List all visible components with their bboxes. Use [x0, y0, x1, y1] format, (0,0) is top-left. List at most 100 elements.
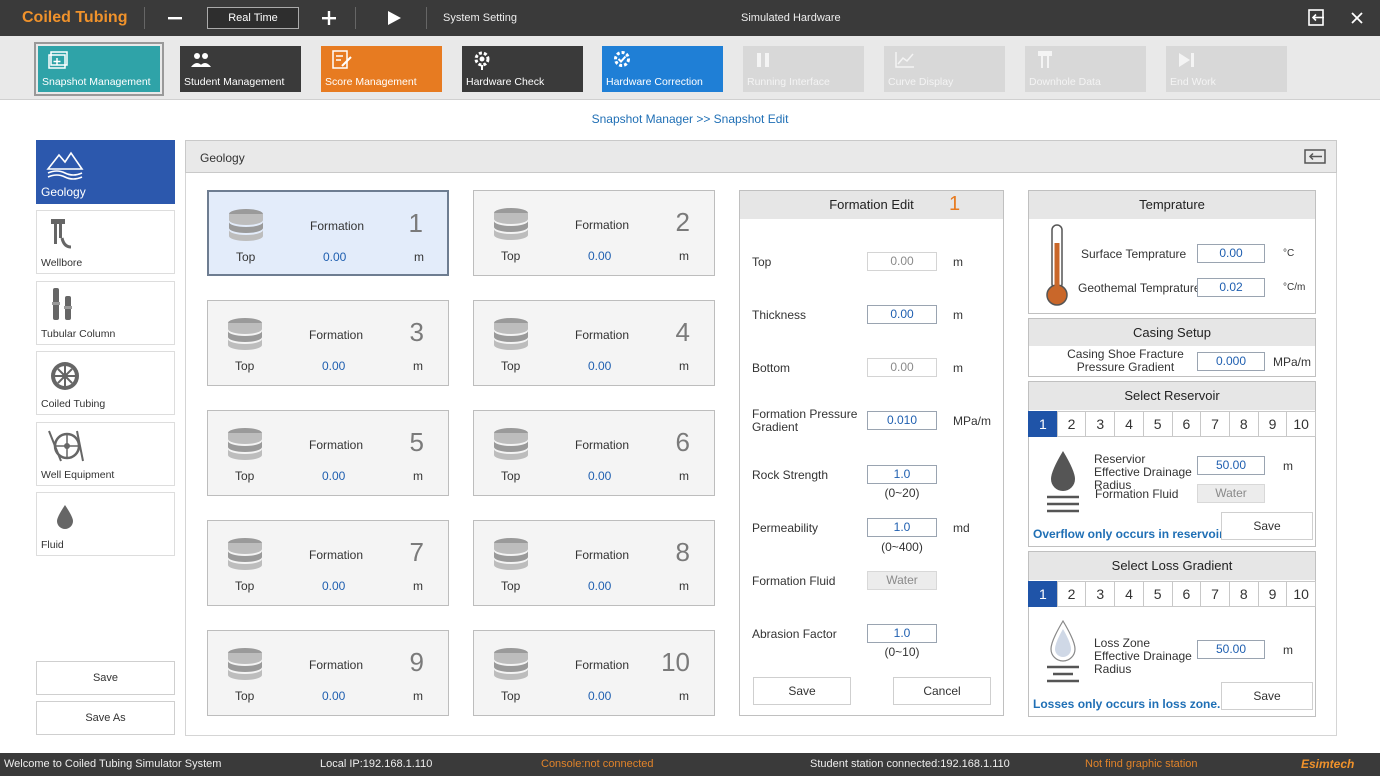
surface-temp-input[interactable]: 0.00	[1197, 244, 1265, 263]
loss-save-button[interactable]: Save	[1221, 682, 1313, 710]
formation-unit: m	[679, 249, 689, 263]
formation-card[interactable]: Formation 2 Top 0.00 m	[473, 190, 715, 276]
sidebar-item-wellbore[interactable]: Wellbore	[36, 210, 175, 274]
formation-number: 9	[409, 647, 424, 677]
nav-running-interface[interactable]: Running Interface	[743, 46, 864, 92]
wellbore-icon	[51, 219, 72, 249]
reservoir-tab[interactable]: 1	[1028, 411, 1058, 437]
permeability-input[interactable]: 1.0	[867, 518, 937, 537]
formation-unit: m	[413, 359, 423, 373]
sidebar-item-fluid[interactable]: Fluid	[36, 492, 175, 556]
nav-score-management[interactable]: Score Management	[321, 46, 442, 92]
formation-unit: m	[413, 689, 423, 703]
loss-tab[interactable]: 7	[1200, 581, 1230, 607]
status-graphic: Not find graphic station	[1085, 758, 1198, 770]
formation-name: Formation	[575, 328, 630, 342]
formation-card[interactable]: Formation 8 Top 0.00 m	[473, 520, 715, 606]
reservoir-fluid-select[interactable]: Water	[1197, 484, 1265, 503]
sidebar-item-coiled-tubing[interactable]: Coiled Tubing	[36, 351, 175, 415]
reservoir-tab[interactable]: 10	[1286, 411, 1317, 437]
formation-top-value: 0.00	[323, 250, 347, 264]
rock-strength-input[interactable]: 1.0	[867, 465, 937, 484]
system-setting-link[interactable]: System Setting	[443, 0, 517, 36]
reservoir-save-button[interactable]: Save	[1221, 512, 1313, 540]
surface-temp-label: Surface Temprature	[1081, 247, 1187, 261]
nav-student-management[interactable]: Student Management	[180, 46, 301, 92]
sidebar-item-tubular-column[interactable]: Tubular Column	[36, 281, 175, 345]
reservoir-tab[interactable]: 8	[1228, 411, 1259, 437]
nav-bar: Snapshot Management Student Management S…	[0, 36, 1380, 100]
edit-document-icon	[332, 50, 352, 69]
reservoir-tab[interactable]: 2	[1056, 411, 1087, 437]
reservoir-tab[interactable]: 6	[1171, 411, 1202, 437]
downhole-icon	[1038, 51, 1052, 68]
formation-name: Formation	[310, 219, 365, 233]
layers-icon	[494, 648, 528, 680]
save-as-button[interactable]: Save As	[36, 701, 175, 735]
droplet-icon	[57, 505, 73, 529]
panel-back-button[interactable]	[1304, 149, 1326, 164]
play-button[interactable]	[386, 10, 402, 26]
loss-tab[interactable]: 1	[1028, 581, 1058, 607]
abrasion-label: Abrasion Factor	[752, 627, 837, 641]
reservoir-tab[interactable]: 7	[1200, 411, 1230, 437]
nav-end-work[interactable]: End Work	[1166, 46, 1287, 92]
thickness-input[interactable]: 0.00	[867, 305, 937, 324]
reservoir-radius-input[interactable]: 50.00	[1197, 456, 1265, 475]
reservoir-drop-icon	[1047, 451, 1079, 513]
temperature-title: Temprature	[1029, 191, 1315, 219]
loss-radius-input[interactable]: 50.00	[1197, 640, 1265, 659]
loss-tab[interactable]: 2	[1056, 581, 1087, 607]
formation-card[interactable]: Formation 4 Top 0.00 m	[473, 300, 715, 386]
save-button[interactable]: Save	[36, 661, 175, 695]
realtime-button[interactable]: Real Time	[207, 7, 299, 29]
casing-unit: MPa/m	[1273, 355, 1312, 369]
formation-cancel-button[interactable]: Cancel	[893, 677, 991, 705]
formation-card[interactable]: Formation 5 Top 0.00 m	[207, 410, 449, 496]
reservoir-tab[interactable]: 9	[1257, 411, 1288, 437]
exit-button[interactable]	[1308, 9, 1325, 26]
nav-snapshot-management[interactable]: Snapshot Management	[34, 42, 164, 96]
app-title: Coiled Tubing	[22, 9, 128, 26]
formation-unit: m	[413, 469, 423, 483]
nav-curve-display[interactable]: Curve Display	[884, 46, 1005, 92]
loss-tab[interactable]: 9	[1257, 581, 1288, 607]
close-button[interactable]	[1350, 11, 1364, 25]
sidebar-item-well-equipment[interactable]: Well Equipment	[36, 422, 175, 486]
casing-input[interactable]: 0.000	[1197, 352, 1265, 371]
loss-tab[interactable]: 6	[1171, 581, 1202, 607]
formation-card[interactable]: Formation 10 Top 0.00 m	[473, 630, 715, 716]
panel-title: Geology	[200, 151, 245, 165]
loss-tab[interactable]: 3	[1085, 581, 1116, 607]
zoom-in-button[interactable]	[321, 10, 337, 26]
zoom-out-button[interactable]	[167, 10, 183, 26]
reservoir-tab[interactable]: 5	[1142, 411, 1173, 437]
formation-name: Formation	[575, 548, 630, 562]
loss-tab[interactable]: 8	[1228, 581, 1259, 607]
formation-top-label: Top	[501, 249, 521, 263]
formation-card[interactable]: Formation 6 Top 0.00 m	[473, 410, 715, 496]
formation-card[interactable]: Formation 3 Top 0.00 m	[207, 300, 449, 386]
reservoir-tab[interactable]: 3	[1085, 411, 1116, 437]
geo-temp-input[interactable]: 0.02	[1197, 278, 1265, 297]
formation-card[interactable]: Formation 1 Top 0.00 m	[207, 190, 449, 276]
pressure-input[interactable]: 0.010	[867, 411, 937, 430]
formation-card[interactable]: Formation 9 Top 0.00 m	[207, 630, 449, 716]
loss-drop-icon	[1047, 619, 1079, 683]
nav-hardware-correction[interactable]: Hardware Correction	[602, 46, 723, 92]
formation-save-button[interactable]: Save	[753, 677, 851, 705]
abrasion-input[interactable]: 1.0	[867, 624, 937, 643]
loss-tab[interactable]: 5	[1142, 581, 1173, 607]
sidebar-item-geology[interactable]: Geology	[36, 140, 175, 204]
formation-fluid-select[interactable]: Water	[867, 571, 937, 590]
nav-downhole-data[interactable]: Downhole Data	[1025, 46, 1146, 92]
nav-hardware-check[interactable]: Hardware Check	[462, 46, 583, 92]
permeability-unit: md	[953, 521, 970, 535]
formation-number: 1	[408, 208, 423, 238]
formation-card[interactable]: Formation 7 Top 0.00 m	[207, 520, 449, 606]
loss-tab[interactable]: 10	[1286, 581, 1317, 607]
reservoir-tab[interactable]: 4	[1114, 411, 1144, 437]
top-unit: m	[953, 255, 963, 269]
loss-tab[interactable]: 4	[1114, 581, 1144, 607]
layers-icon	[228, 538, 262, 570]
